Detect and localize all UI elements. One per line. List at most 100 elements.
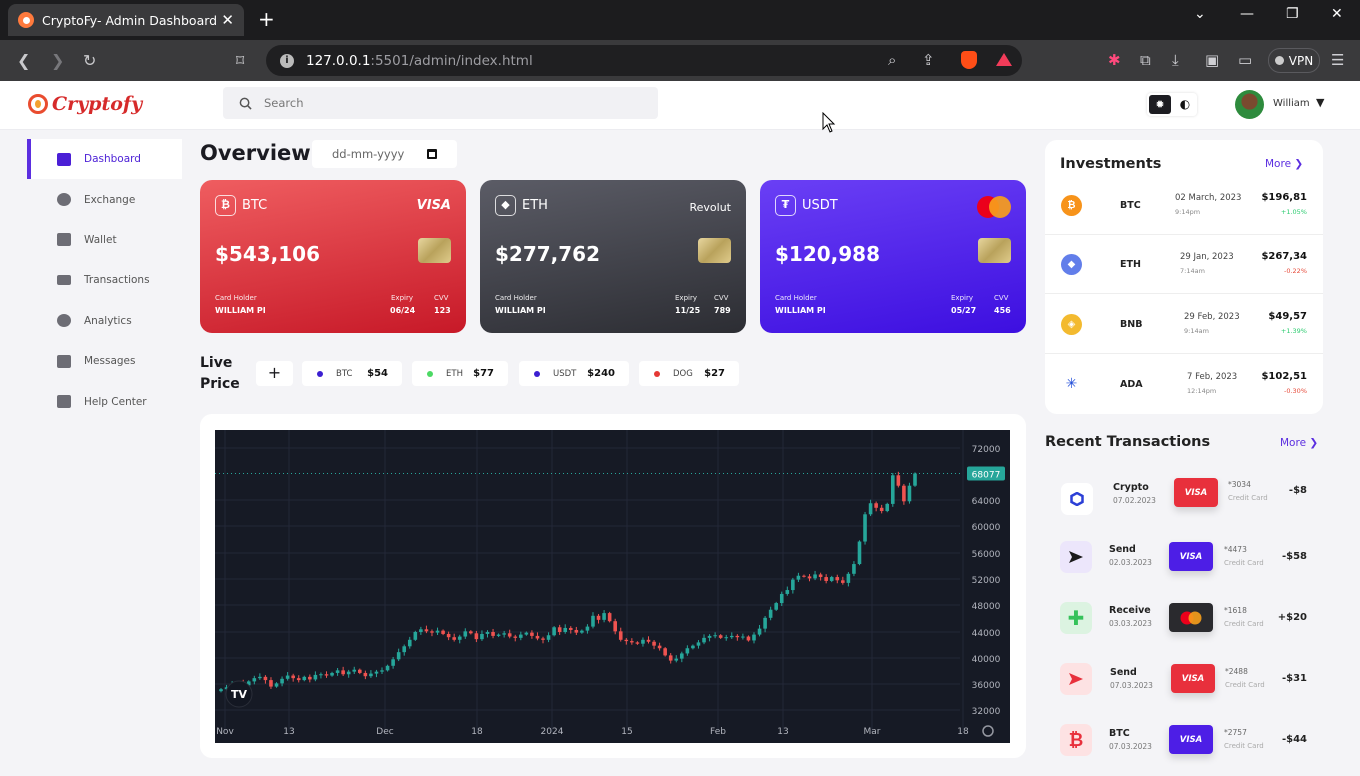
card-expiry: 06/24 xyxy=(390,306,416,315)
reload-icon[interactable]: ↻ xyxy=(83,51,96,70)
transaction-row[interactable]: Send 02.03.2023 VISA *4473 Credit Card -… xyxy=(1045,532,1323,593)
card-cvv-label: CVV xyxy=(434,294,449,302)
investments-title: Investments xyxy=(1060,156,1162,172)
user-name[interactable]: William xyxy=(1273,98,1310,109)
chevron-down-icon[interactable]: ▼ xyxy=(1316,96,1324,109)
sidebar-item-exchange[interactable]: Exchange xyxy=(27,179,182,219)
share-icon[interactable]: ⇪ xyxy=(922,51,935,69)
candle-body xyxy=(513,636,518,638)
investment-date: 29 Feb, 2023 xyxy=(1184,312,1240,322)
card-btc[interactable]: ₿ BTC VISA $543,106 Card Holder WILLIAM … xyxy=(200,180,466,333)
new-tab-icon[interactable]: + xyxy=(258,9,275,29)
investment-row-bnb[interactable]: ◈ BNB 29 Feb, 2023 9:14am $49,57 +1.39% xyxy=(1045,295,1323,354)
search-input[interactable]: Search xyxy=(223,87,658,119)
x-tick-label: Dec xyxy=(376,727,393,737)
candle-body xyxy=(702,637,706,643)
candle-body xyxy=(496,634,501,636)
candle-body xyxy=(419,629,423,632)
investment-row-eth[interactable]: ◆ ETH 29 Jan, 2023 7:14am $267,34 -0.22% xyxy=(1045,235,1323,294)
price-chart[interactable]: 68077 72000 64000 60000 56000 52000 48000 44000… xyxy=(215,430,1010,743)
site-info-icon[interactable]: i xyxy=(280,53,294,68)
transaction-row[interactable]: ₿ BTC 07.03.2023 VISA *2757 Credit Card … xyxy=(1045,715,1323,776)
card-eth[interactable]: ◆ ETH Revolut $277,762 Card Holder WILLI… xyxy=(480,180,746,333)
candle-body xyxy=(796,575,801,580)
help-icon xyxy=(57,395,71,409)
visa-card-icon: VISA xyxy=(1169,542,1213,571)
x-tick-label: Feb xyxy=(710,727,726,737)
back-icon[interactable]: ❮ xyxy=(17,51,30,70)
minimize-icon[interactable]: — xyxy=(1240,6,1254,22)
price-chip-eth[interactable]: ETH $77 xyxy=(412,361,508,386)
transaction-amount: -$8 xyxy=(1288,485,1307,496)
sidebar-item-dashboard[interactable]: Dashboard xyxy=(27,139,182,180)
bookmark-icon[interactable]: ⌑ xyxy=(236,51,244,70)
tab-list-chevron-icon[interactable]: ⌄ xyxy=(1194,6,1206,22)
wallet-browser-icon[interactable]: ▭ xyxy=(1238,51,1252,69)
calendar-icon[interactable] xyxy=(427,149,437,159)
logo[interactable]: Cryptofy xyxy=(28,93,142,115)
sidebar-item-label: Wallet xyxy=(84,233,117,246)
sidebar-item-wallet[interactable]: Wallet xyxy=(27,220,182,260)
extension-icon[interactable]: ✱ xyxy=(1108,51,1121,69)
sidebar-item-help-center[interactable]: Help Center xyxy=(27,381,182,421)
brave-shield-icon[interactable] xyxy=(961,51,977,69)
investment-change: +1.39% xyxy=(1280,327,1307,335)
date-input[interactable]: dd-mm-yyyy xyxy=(312,140,457,168)
candle-body xyxy=(258,676,262,679)
close-window-icon[interactable]: ✕ xyxy=(1331,6,1343,22)
sidebar-item-label: Analytics xyxy=(84,314,132,327)
transaction-row[interactable]: ✚ Receive 03.03.2023 *1618 Credit Card +… xyxy=(1045,593,1323,654)
extensions-puzzle-icon[interactable]: ⧉ xyxy=(1140,51,1151,69)
investments-more-link[interactable]: More ❯ xyxy=(1265,158,1303,170)
add-coin-button[interactable]: + xyxy=(256,361,293,386)
url-host: 127.0.0.1 xyxy=(306,52,371,69)
avatar[interactable] xyxy=(1235,90,1264,119)
theme-toggle[interactable]: ✹ ◐ xyxy=(1147,93,1197,116)
forward-icon[interactable]: ❯ xyxy=(51,51,64,70)
candle-body xyxy=(707,635,712,638)
price-chip-dog[interactable]: DOG $27 xyxy=(639,361,739,386)
close-tab-icon[interactable]: ✕ xyxy=(221,11,234,29)
price-chip-btc[interactable]: BTC $54 xyxy=(302,361,402,386)
card-chip-icon xyxy=(698,238,731,263)
sidebar-item-transactions[interactable]: Transactions xyxy=(27,260,182,300)
price-chip-usdt[interactable]: USDT $240 xyxy=(519,361,629,386)
card-expiry: 11/25 xyxy=(675,306,701,315)
vpn-button[interactable]: VPN xyxy=(1268,48,1320,73)
candle-body xyxy=(324,674,329,676)
candle-body xyxy=(724,637,729,639)
investment-row-btc[interactable]: ₿ BTC 02 March, 2023 9:14pm $196,81 +1.0… xyxy=(1045,176,1323,235)
sidebar-item-analytics[interactable]: Analytics xyxy=(27,301,182,341)
investment-change: -0.22% xyxy=(1284,267,1307,275)
candle-body xyxy=(846,573,851,583)
candle-body xyxy=(607,613,612,622)
candle-body xyxy=(474,633,479,640)
candle-body xyxy=(402,646,407,653)
candle-body xyxy=(807,576,812,579)
download-icon[interactable]: ⤓ xyxy=(1172,51,1179,69)
browser-tab[interactable]: CryptoFy- Admin Dashboard ✕ xyxy=(8,4,244,36)
investment-row-ada[interactable]: ✳ ADA 7 Feb, 2023 12:14pm $102,51 -0.30% xyxy=(1045,355,1323,414)
dark-mode-icon[interactable]: ◐ xyxy=(1175,95,1195,114)
card-usdt[interactable]: ₮ USDT $120,988 Card Holder WILLIAM PI E… xyxy=(760,180,1026,333)
menu-icon[interactable]: ☰ xyxy=(1331,51,1344,69)
card-expiry-label: Expiry xyxy=(391,294,413,302)
address-bar[interactable]: i 127.0.0.1:5501/admin/index.html xyxy=(266,45,1022,76)
candle-body xyxy=(219,689,223,692)
candle-body xyxy=(752,634,756,641)
y-tick-label: 40000 xyxy=(972,655,1001,665)
candle-body xyxy=(313,674,318,680)
sidebar-item-messages[interactable]: Messages xyxy=(27,341,182,381)
candle-body xyxy=(396,652,401,660)
transaction-name: Receive xyxy=(1109,605,1151,616)
light-mode-icon[interactable]: ✹ xyxy=(1149,95,1171,114)
transaction-row[interactable]: Crypto 07.02.2023 VISA *3034 Credit Card… xyxy=(1045,471,1323,532)
candle-body xyxy=(818,574,823,578)
transaction-row[interactable]: Send 07.03.2023 VISA *2488 Credit Card -… xyxy=(1045,654,1323,715)
brave-rewards-icon[interactable] xyxy=(996,53,1012,66)
candle-body xyxy=(580,630,584,633)
zoom-icon[interactable]: ⌕ xyxy=(888,51,896,69)
recent-more-link[interactable]: More ❯ xyxy=(1280,437,1318,449)
restore-icon[interactable]: ❐ xyxy=(1286,6,1299,22)
sidebar-toggle-icon[interactable]: ▣ xyxy=(1205,51,1219,69)
